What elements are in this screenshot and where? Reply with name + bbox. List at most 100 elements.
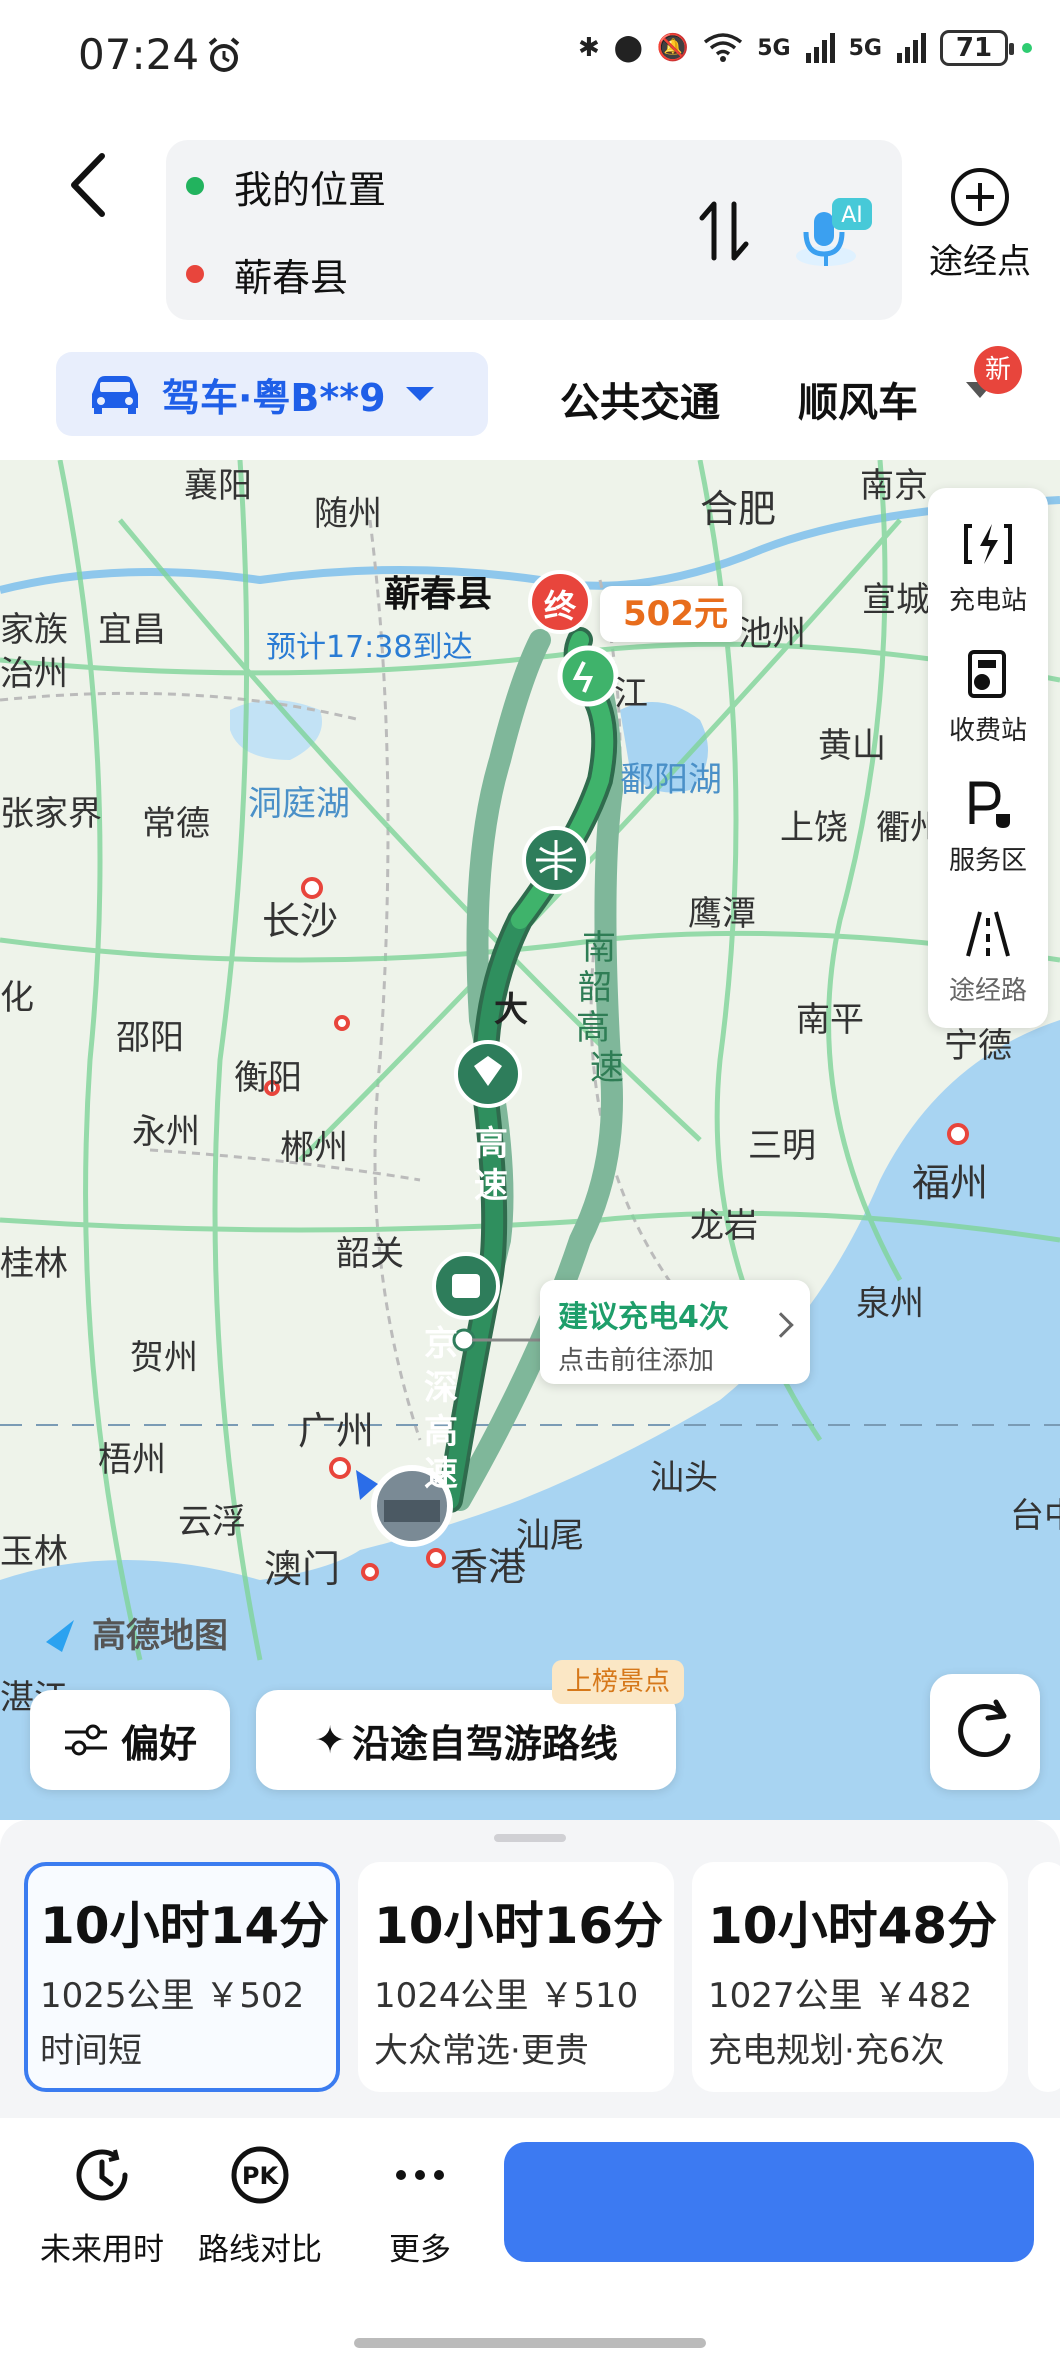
- city-label: 随州: [314, 494, 382, 534]
- city-label: 江: [614, 674, 648, 714]
- more-button[interactable]: 更多: [340, 2144, 500, 2269]
- signal-icon-1: [805, 33, 835, 63]
- route-distance-cost: 1024公里 ￥510: [374, 1976, 639, 2016]
- road-label: 大: [494, 990, 528, 1030]
- network-5g-2: 5G: [848, 35, 882, 61]
- map-logo: 高德地图: [92, 1616, 228, 1656]
- new-badge: 新: [974, 346, 1022, 394]
- refresh-button[interactable]: [930, 1674, 1040, 1790]
- city-label: 香港: [450, 1545, 527, 1589]
- clock: 07:24: [78, 30, 200, 79]
- destination-map-label: 蕲春县: [384, 574, 493, 615]
- city-label: 化: [0, 978, 34, 1018]
- service-area-icon: [969, 781, 1010, 828]
- ai-voice-icon[interactable]: AI: [788, 190, 876, 278]
- drag-handle[interactable]: [494, 1834, 566, 1842]
- city-label: 宣城: [862, 580, 930, 620]
- tour-route-label: 沿途自驾游路线: [351, 1721, 618, 1766]
- city-label: 南平: [796, 1000, 864, 1040]
- status-bar: 07:24 ✱ ⬤ 🔕 5G 5G 71: [0, 0, 1060, 120]
- preference-label: 偏好: [120, 1721, 197, 1766]
- city-label: 张家界: [0, 794, 102, 834]
- route-option-2[interactable]: 10小时16分 1024公里 ￥510 大众常选·更贵: [358, 1862, 674, 2092]
- drive-label: 驾车·粤B**9: [162, 375, 386, 420]
- route-compare-button[interactable]: PK 路线对比: [180, 2144, 340, 2269]
- home-indicator: [354, 2338, 706, 2348]
- tool-label: 途经路: [948, 976, 1027, 1006]
- charging-station-icon: [964, 524, 1012, 564]
- tool-charging-station[interactable]: 充电站: [928, 518, 1048, 617]
- map-side-toolbar: 充电站 收费站 服务区 途经路: [928, 488, 1048, 1028]
- city-label: 永州: [132, 1112, 200, 1152]
- end-marker-icon: 终: [528, 570, 592, 634]
- mute-icon: 🔕: [656, 33, 690, 63]
- future-time-label: 未来用时: [40, 2232, 164, 2268]
- via-road-icon: [966, 911, 1010, 957]
- city-label: 龙岩: [690, 1206, 758, 1246]
- city-label: 上饶: [780, 808, 848, 848]
- city-label: 台中: [1010, 1496, 1060, 1536]
- back-arrow-icon[interactable]: [64, 150, 114, 220]
- road-label: 京: [424, 1324, 458, 1364]
- tour-route-button[interactable]: ✦ 沿途自驾游路线: [256, 1690, 676, 1790]
- city-label: 鹰潭: [688, 894, 756, 934]
- city-label: 广州: [298, 1409, 375, 1453]
- route-option-peek[interactable]: [1028, 1862, 1060, 2092]
- tab-drive[interactable]: 驾车·粤B**9: [56, 352, 488, 436]
- privacy-dot: [1022, 43, 1032, 53]
- city-label: 池州: [738, 614, 806, 654]
- route-duration: 10小时16分: [374, 1897, 664, 1955]
- lake-label: 鄱阳湖: [620, 760, 722, 800]
- tour-badge: 上榜景点: [552, 1660, 685, 1704]
- route-distance-cost: 1027公里 ￥482: [708, 1976, 973, 2016]
- city-label: 黄山: [818, 726, 886, 766]
- city-label: 福州: [912, 1161, 989, 1205]
- tool-toll-station[interactable]: 收费站: [928, 648, 1048, 747]
- city-label: 韶关: [336, 1234, 404, 1274]
- tool-label: 充电站: [948, 586, 1027, 616]
- road-label: 深: [424, 1368, 458, 1408]
- route-compare-label: 路线对比: [198, 2232, 322, 2268]
- city-label: 合肥: [700, 487, 777, 531]
- tab-rideshare[interactable]: 顺风车: [798, 370, 918, 428]
- app-root: 07:24 ✱ ⬤ 🔕 5G 5G 71 我的位置 蕲春县 AI 途经点 驾车·…: [0, 0, 1060, 2376]
- status-icons: ✱ ⬤ 🔕 5G 5G 71: [578, 30, 1032, 66]
- more-dots-icon: [396, 2170, 444, 2180]
- route-option-3[interactable]: 10小时48分 1027公里 ￥482 充电规划·充6次: [692, 1862, 1008, 2092]
- route-option-1[interactable]: 10小时14分 1025公里 ￥502 时间短: [24, 1862, 340, 2092]
- waypoint-label: 途经点: [929, 242, 1031, 282]
- city-label: 治州: [0, 654, 68, 694]
- start-navigation-button[interactable]: [504, 2142, 1034, 2262]
- city-label: 汕尾: [516, 1516, 584, 1556]
- road-label: 速: [474, 1166, 508, 1206]
- future-time-button[interactable]: 未来用时: [22, 2144, 182, 2269]
- swap-icon[interactable]: [696, 196, 752, 266]
- preference-button[interactable]: 偏好: [30, 1690, 230, 1790]
- tool-via-road[interactable]: 途经路: [928, 908, 1048, 1007]
- svg-text:PK: PK: [242, 2162, 280, 2190]
- origin-field[interactable]: 我的位置: [186, 156, 386, 216]
- chevron-down-icon: [405, 387, 434, 401]
- charge-suggestion-bubble[interactable]: 建议充电4次 点击前往添加: [540, 1280, 810, 1384]
- car-icon: [92, 376, 138, 414]
- destination-text: 蕲春县: [234, 255, 349, 300]
- city-label: 梧州: [98, 1440, 166, 1480]
- city-label: 郴州: [280, 1128, 348, 1168]
- sparkle-icon: ✦: [314, 1718, 346, 1762]
- toll-station-icon: [968, 650, 1006, 698]
- add-waypoint-button[interactable]: 途经点: [920, 168, 1040, 283]
- bottom-action-bar: 未来用时 PK 路线对比 更多: [0, 2118, 1060, 2376]
- city-label: 玉林: [0, 1532, 68, 1572]
- road-label: 速: [590, 1048, 624, 1088]
- tab-transit[interactable]: 公共交通: [560, 370, 720, 428]
- tool-service-area[interactable]: 服务区: [928, 778, 1048, 877]
- city-label: 云浮: [178, 1502, 246, 1542]
- city-label: 汕头: [650, 1458, 718, 1498]
- destination-field[interactable]: 蕲春县: [186, 244, 348, 304]
- alarm-icon: [208, 37, 240, 72]
- route-map[interactable]: 襄阳 随州 合肥 南京 家族 治州 宜昌 宣城 池州 江 黄山 鄱阳湖 洞庭湖 …: [0, 460, 1060, 1820]
- tool-label: 服务区: [948, 846, 1027, 876]
- city-label: 三明: [748, 1126, 816, 1166]
- toll-badge: 502元: [600, 586, 742, 642]
- network-5g-1: 5G: [757, 35, 791, 61]
